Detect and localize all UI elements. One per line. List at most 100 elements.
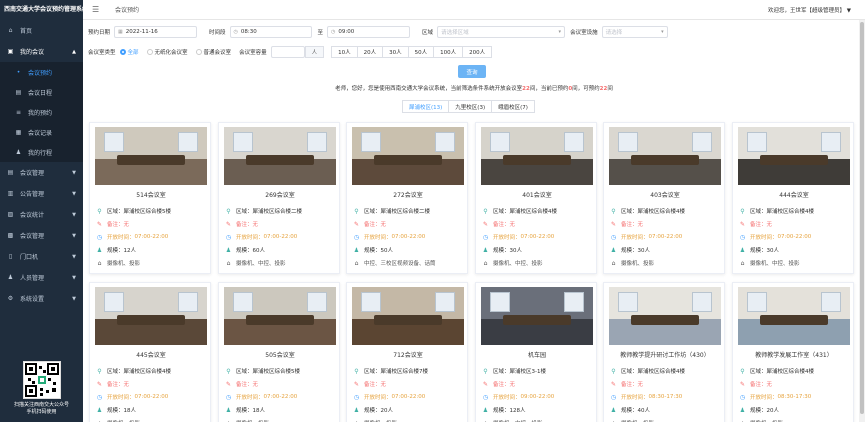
- info-label: 区域：: [621, 209, 638, 215]
- chevron-down-icon: ▼: [72, 169, 76, 176]
- room-card[interactable]: 403会议室 ⚲ 区域： 犀浦校区综合楼4楼 ✎ 备注：无 ◷ 开放时间： 07:00-22:0…: [603, 122, 725, 274]
- sidebar-item-system[interactable]: ⚙ 系统设置 ▼: [0, 288, 83, 309]
- people-icon: ♟: [610, 246, 617, 254]
- scrollbar-thumb[interactable]: [860, 22, 864, 414]
- qr-caption-1: 扫描关注西南交大公众号: [13, 402, 69, 408]
- photo-window: [232, 131, 254, 152]
- dot-icon: •: [16, 68, 21, 76]
- room-card[interactable]: 401会议室 ⚲ 区域： 犀浦校区综合楼4楼 ✎ 备注：无 ◷ 开放时间： 07:00-22:0…: [475, 122, 597, 274]
- equip-select[interactable]: 请选择 ▾: [601, 26, 668, 38]
- start-time-picker[interactable]: ◷ 08:30: [229, 26, 312, 38]
- tab-emei[interactable]: 峨眉校区(7): [491, 100, 535, 113]
- room-hours: ◷ 开放时间： 07:00-22:00: [482, 233, 554, 242]
- page-scrollbar[interactable]: [859, 20, 865, 422]
- sidebar-subitem-my-bookings[interactable]: ≡ 我的预约: [0, 102, 83, 122]
- photo-window: [746, 131, 768, 152]
- sidebar-item-notice[interactable]: ▥ 公告管理 ▼: [0, 183, 83, 204]
- edit-icon: ✎: [353, 380, 360, 388]
- room-card[interactable]: 444会议室 ⚲ 区域： 犀浦校区综合楼4楼 ✎ 备注：无 ◷ 开放时间： 07:00-22:0…: [732, 122, 854, 274]
- sidebar-subitem-records[interactable]: ▦ 会议记录: [0, 122, 83, 142]
- size-option-100[interactable]: 100人: [433, 46, 464, 58]
- info-value: 07:00-22:00: [391, 234, 426, 240]
- sidebar-item-people[interactable]: ♟ 人员管理 ▼: [0, 267, 83, 288]
- room-photo[interactable]: [224, 287, 336, 345]
- room-photo[interactable]: [609, 127, 721, 185]
- user-menu[interactable]: 欢迎您，王世军【超级管理员】 ▼: [768, 6, 851, 14]
- info-label: 区域：: [621, 369, 638, 375]
- room-photo[interactable]: [481, 287, 593, 345]
- room-hours: ◷ 开放时间： 07:00-22:00: [610, 233, 682, 242]
- room-card[interactable]: 514会议室 ⚲ 区域： 犀浦校区综合楼5楼 ✎ 备注：无 ◷ 开放时间： 07:00-22:0…: [89, 122, 211, 274]
- room-card[interactable]: 教师教学提升研讨工作坊（430） ⚲ 区域： 犀浦校区综合楼4楼 ✎ 备注：无 ◷ 开放时间：…: [603, 282, 725, 422]
- sidebar-subitem-itinerary[interactable]: ♟ 我的行程: [0, 142, 83, 162]
- room-photo[interactable]: [95, 127, 207, 185]
- sidebar-item-home[interactable]: ⌂ 首页: [0, 20, 83, 41]
- tab-jiuli[interactable]: 九里校区(3): [448, 100, 493, 113]
- photo-window: [103, 291, 125, 312]
- photo-table: [631, 314, 699, 326]
- meeting-icon: ▣: [7, 48, 14, 55]
- sidebar-item-meeting-manage-2[interactable]: ▩ 会议管理 ▼: [0, 225, 83, 246]
- end-time-picker[interactable]: ◷ 09:00: [327, 26, 411, 38]
- size-option-20[interactable]: 20人: [356, 46, 384, 58]
- chevron-down-icon: ▾: [558, 29, 562, 35]
- sidebar-subitem-schedule[interactable]: ▤ 会议日程: [0, 82, 83, 102]
- room-photo[interactable]: [481, 127, 593, 185]
- date-picker[interactable]: ▦ 2022-11-16: [114, 26, 198, 38]
- room-photo[interactable]: [352, 127, 464, 185]
- room-photo[interactable]: [609, 287, 721, 345]
- type-radio-normal[interactable]: 普通会议室: [195, 48, 232, 56]
- search-button[interactable]: 查询: [458, 65, 486, 78]
- capacity-input[interactable]: [270, 46, 305, 58]
- room-area: ⚲ 区域： 犀浦校区3-1楼: [482, 367, 546, 376]
- room-card[interactable]: 272会议室 ⚲ 区域： 犀浦校区综合楼二楼 ✎ 备注：无 ◷ 开放时间： 07:00-22:0…: [346, 122, 468, 274]
- edit-icon: ✎: [739, 380, 746, 388]
- clock-icon: ◷: [96, 233, 103, 241]
- location-icon: ⚲: [97, 207, 102, 215]
- main-content: 预约日期 ▦ 2022-11-16 时间段 ◷ 08:30 至 ◷ 09:00 区域 …: [83, 20, 865, 422]
- room-photo[interactable]: [738, 287, 850, 345]
- clock-icon: ◷: [225, 393, 232, 401]
- room-card[interactable]: 712会议室 ⚲ 区域： 犀浦校区综合楼7楼 ✎ 备注：无 ◷ 开放时间： 07:00-22:0…: [346, 282, 468, 422]
- sidebar-item-my-meetings[interactable]: ▣ 我的会议 ▲: [0, 41, 83, 62]
- room-capacity: ♟ 规模： 30人: [482, 246, 522, 255]
- menu-toggle-icon[interactable]: ☰: [92, 5, 100, 14]
- type-radio-all[interactable]: 全部: [119, 48, 139, 56]
- room-card[interactable]: 教师教学发展工作室（431） ⚲ 区域： 犀浦校区综合楼4楼 ✎ 备注：无 ◷ 开放时间： 08…: [732, 282, 854, 422]
- room-photo[interactable]: [352, 287, 464, 345]
- room-card[interactable]: 269会议室 ⚲ 区域： 犀浦校区综合楼二楼 ✎ 备注：无 ◷ 开放时间： 07:00-22:0…: [218, 122, 340, 274]
- sidebar-subitem-booking[interactable]: • 会议预约: [0, 62, 83, 82]
- tab-xipu[interactable]: 犀浦校区(13): [402, 100, 450, 113]
- type-radio-paperless[interactable]: 无纸化会议室: [146, 48, 188, 56]
- room-photo[interactable]: [224, 127, 336, 185]
- size-option-10[interactable]: 10人: [331, 46, 358, 58]
- size-option-50[interactable]: 50人: [407, 46, 435, 58]
- edit-icon: ✎: [482, 380, 489, 388]
- sidebar-item-meeting-manage[interactable]: ▤ 会议管理 ▼: [0, 162, 83, 183]
- room-remark: ✎ 备注：无: [353, 380, 386, 389]
- room-card[interactable]: 机车园 ⚲ 区域： 犀浦校区3-1楼 ✎ 备注：无 ◷ 开放时间： 09:00-22:00 ♟ 规模…: [475, 282, 597, 422]
- area-select[interactable]: 请选择区域 ▾: [437, 26, 566, 38]
- sidebar-item-stats[interactable]: ▨ 会议统计 ▼: [0, 204, 83, 225]
- room-equipment: ⌂ 摄像机、中控、投影: [739, 259, 800, 268]
- info-label: 规模：: [236, 408, 253, 414]
- tag-icon: ⌂: [354, 259, 359, 267]
- room-capacity: ♟ 规模： 50人: [353, 246, 393, 255]
- info-value: 摄像机、投影: [107, 261, 141, 267]
- room-capacity: ♟ 规模： 20人: [353, 406, 393, 415]
- info-label: 区域：: [364, 209, 381, 215]
- size-option-30[interactable]: 30人: [382, 46, 409, 58]
- room-photo[interactable]: [738, 127, 850, 185]
- size-option-200[interactable]: 200人: [462, 46, 493, 58]
- room-area: ⚲ 区域： 犀浦校区综合楼二楼: [353, 207, 430, 216]
- sidebar-item-door[interactable]: ▯ 门口机 ▼: [0, 246, 83, 267]
- to-label: 至: [317, 30, 324, 36]
- sidebar-item-label: 系统设置: [20, 296, 45, 303]
- info-value: 摄像机、中控、投影: [236, 261, 286, 267]
- room-card[interactable]: 505会议室 ⚲ 区域： 犀浦校区综合楼5楼 ✎ 备注：无 ◷ 开放时间： 07:00-22:0…: [218, 282, 340, 422]
- info-value: 09:00-22:00: [520, 394, 555, 400]
- room-card[interactable]: 445会议室 ⚲ 区域： 犀浦校区综合楼4楼 ✎ 备注：无 ◷ 开放时间： 07:00-22:0…: [89, 282, 211, 422]
- radio-label: 普通会议室: [203, 50, 232, 56]
- info-value: 犀浦校区综合楼4楼: [637, 209, 686, 215]
- room-photo[interactable]: [95, 287, 207, 345]
